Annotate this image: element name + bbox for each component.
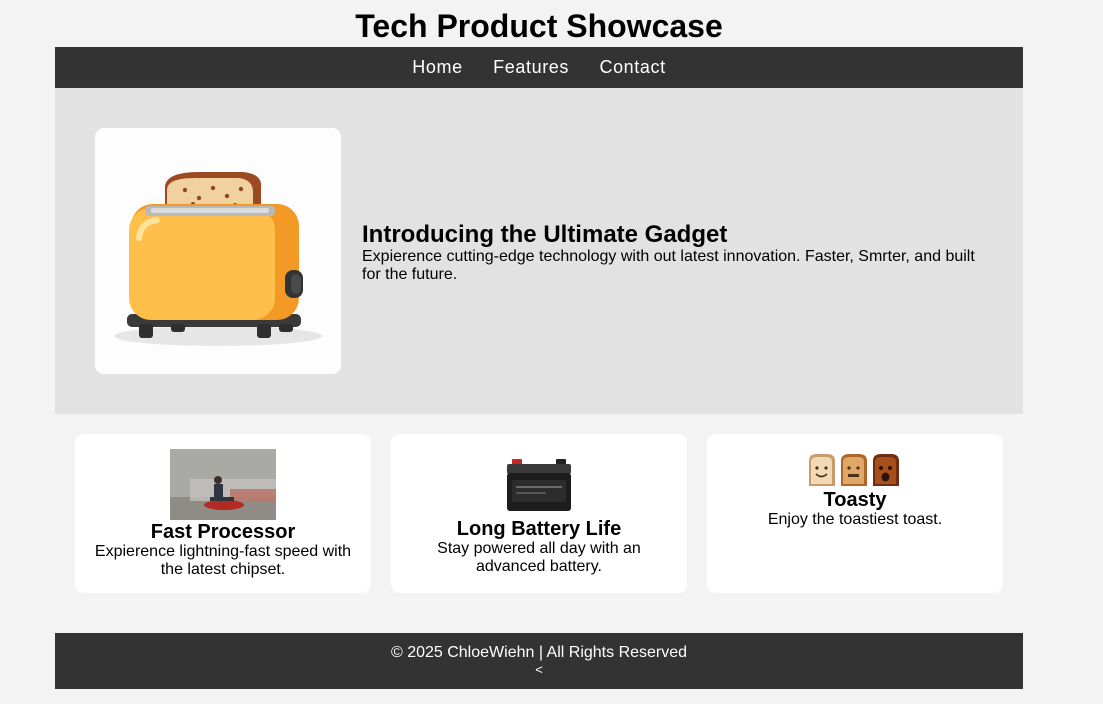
feature-description: Stay powered all day with an advanced ba…: [437, 540, 641, 575]
feature-card-battery: Long Battery Life Stay powered all day w…: [391, 434, 687, 593]
hero-text: Introducing the Ultimate Gadget Expieren…: [362, 221, 992, 284]
hero-description: Expierence cutting-edge technology with …: [362, 248, 975, 283]
navbar: Home Features Contact: [55, 47, 1023, 88]
feature-card-fast-processor: Fast Processor Expierence lightning-fast…: [75, 434, 371, 593]
footer-stray-text: <: [535, 662, 543, 677]
hero-heading: Introducing the Ultimate Gadget: [362, 221, 728, 248]
feature-description: Expierence lightning-fast speed with the…: [94, 543, 352, 578]
feature-description: Enjoy the toastiest toast.: [767, 511, 943, 528]
nav-link-features[interactable]: Features: [493, 47, 569, 88]
car-battery-image: [507, 459, 571, 511]
nav-link-home[interactable]: Home: [412, 47, 462, 88]
hero-section: Introducing the Ultimate Gadget Expieren…: [55, 88, 1023, 414]
feature-title: Toasty: [823, 489, 887, 511]
feature-title: Long Battery Life: [456, 518, 622, 540]
hero-image-card: [95, 128, 341, 374]
rocket-rider-image: [170, 449, 276, 520]
footer: © 2025 ChloeWiehn | All Rights Reserved …: [55, 633, 1023, 689]
feature-title: Fast Processor: [150, 521, 296, 543]
nav-link-contact[interactable]: Contact: [599, 47, 665, 88]
page-title: Tech Product Showcase: [355, 8, 723, 44]
copyright-text: © 2025 ChloeWiehn | All Rights Reserved: [390, 644, 688, 661]
feature-card-toasty: Toasty Enjoy the toastiest toast.: [707, 434, 1003, 593]
toaster-image: [114, 172, 322, 346]
toast-faces-image: [809, 454, 899, 486]
